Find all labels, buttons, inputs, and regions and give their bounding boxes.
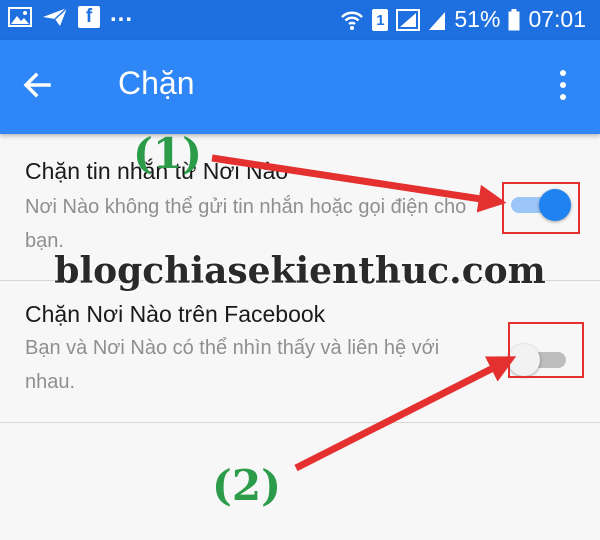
setting-title: Chặn Nơi Nào trên Facebook <box>25 301 326 327</box>
setting-description: Bạn và Nơi Nào có thể nhìn thấy và liên … <box>25 337 440 393</box>
notification-icons: f ... <box>8 0 133 28</box>
callout-label-2: (2) <box>212 461 281 510</box>
watermark: blogchiasekienthuc.com <box>54 250 546 292</box>
system-status: 1 51% 07:01 <box>340 6 586 33</box>
sim-icon: 1 <box>372 8 389 31</box>
battery-percent: 51% <box>454 6 501 32</box>
setting-description: Nơi Nào không thể gửi tin nhắn hoặc gọi … <box>25 196 467 252</box>
arrow-left-icon[interactable] <box>22 70 52 100</box>
highlight-box-toggle-2 <box>508 322 584 378</box>
app-bar: Chặn <box>0 40 600 134</box>
notification-overflow: ... <box>110 0 134 27</box>
more-vertical-icon[interactable] <box>552 70 574 104</box>
wifi-icon <box>340 8 364 32</box>
image-icon <box>8 7 32 27</box>
page-title: Chặn <box>118 65 195 101</box>
highlight-box-toggle-1 <box>502 182 580 234</box>
status-bar: f ... 1 51% 07:01 <box>0 0 600 40</box>
battery-icon <box>508 8 520 31</box>
signal-icon <box>396 8 421 31</box>
facebook-icon: f <box>78 6 100 28</box>
callout-label-1: (1) <box>133 129 202 178</box>
send-icon <box>42 7 68 27</box>
clock: 07:01 <box>528 6 586 32</box>
signal-bars-icon <box>428 9 446 31</box>
